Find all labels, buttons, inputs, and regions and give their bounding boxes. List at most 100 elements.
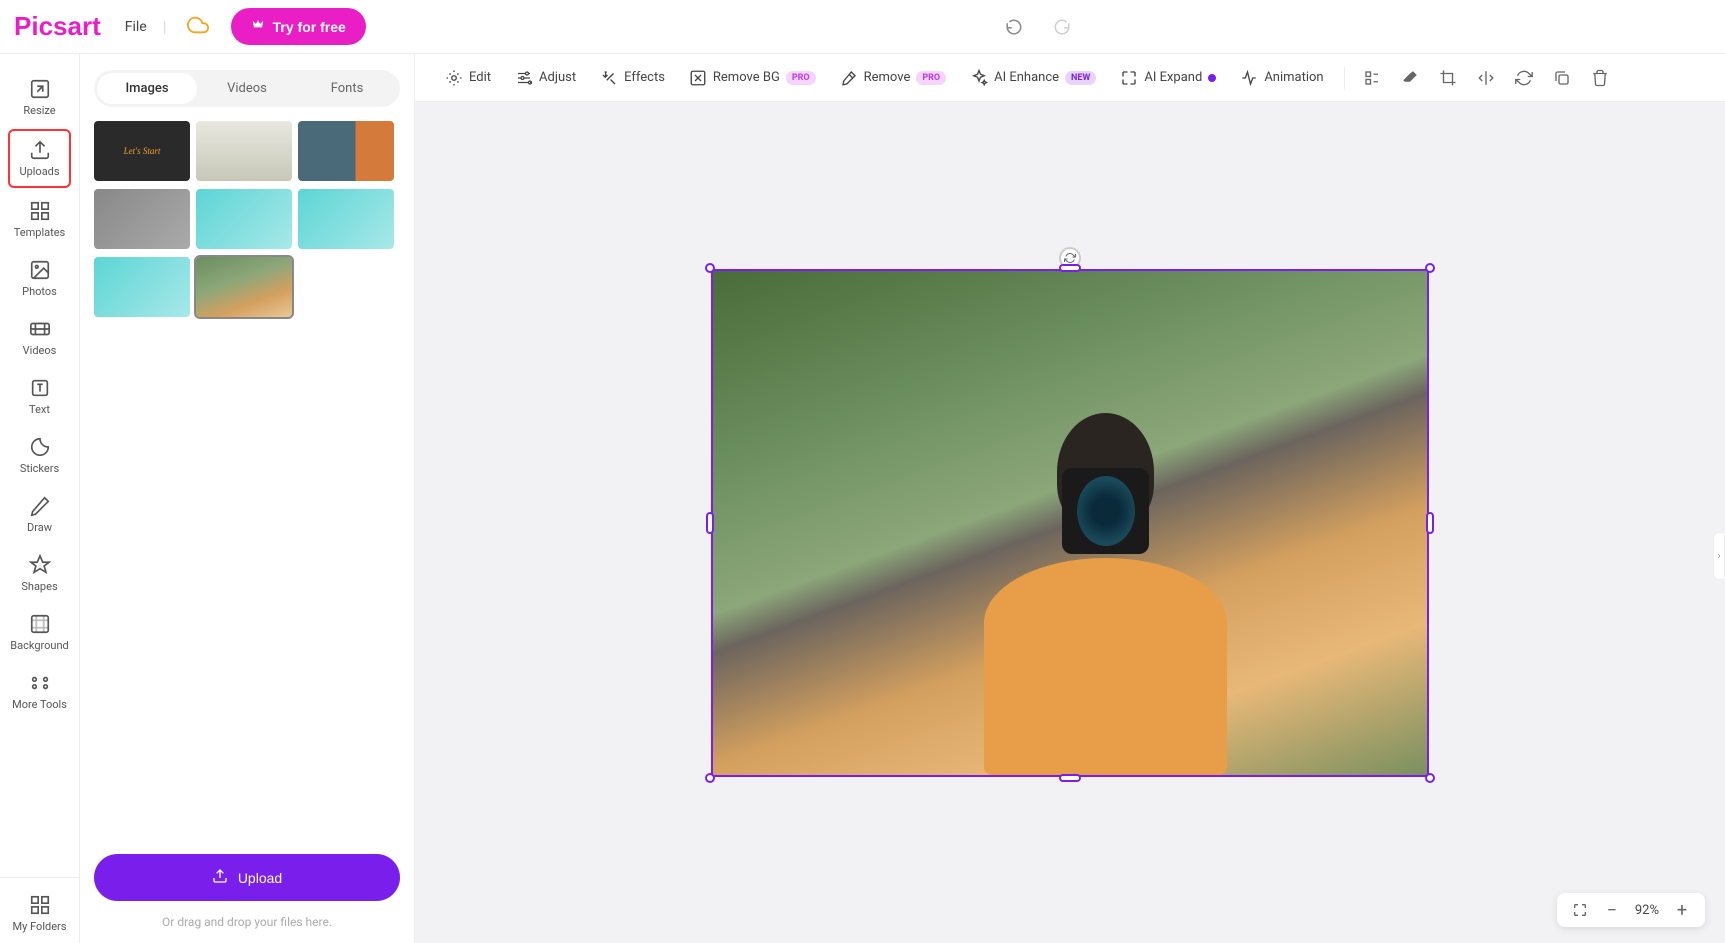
tab-fonts[interactable]: Fonts <box>297 73 397 104</box>
thumbnail-item-selected[interactable] <box>196 257 292 317</box>
right-panel-expand-button[interactable]: › <box>1713 532 1725 580</box>
sidebar-draw[interactable]: Draw <box>0 485 79 544</box>
canvas-image-content[interactable] <box>711 269 1429 777</box>
zoom-in-button[interactable]: + <box>1673 901 1691 919</box>
sidebar-stickers[interactable]: Stickers <box>0 426 79 485</box>
sidebar-shapes[interactable]: Shapes <box>0 544 79 603</box>
ai-expand-icon <box>1120 69 1138 87</box>
animation-icon <box>1240 69 1258 87</box>
selected-image[interactable] <box>711 269 1429 777</box>
resize-handle-br[interactable] <box>1425 773 1435 783</box>
tool-label: Animation <box>1264 70 1323 85</box>
sidebar-label: Shapes <box>21 580 57 593</box>
tool-animation[interactable]: Animation <box>1230 63 1333 93</box>
thumbnail-item[interactable] <box>196 189 292 249</box>
picsart-logo[interactable]: Picsart <box>14 11 101 42</box>
duplicate-icon[interactable] <box>1553 69 1571 87</box>
sidebar-uploads[interactable]: Uploads <box>8 129 71 188</box>
resize-handle-tr[interactable] <box>1425 263 1435 273</box>
tool-remove-bg[interactable]: Remove BG PRO <box>679 63 826 93</box>
draw-icon <box>29 495 51 517</box>
header-center <box>366 17 1711 37</box>
thumbnail-item[interactable] <box>94 189 190 249</box>
sidebar-text[interactable]: Text <box>0 367 79 426</box>
resize-handle-right[interactable] <box>1426 512 1434 534</box>
app-header: Picsart File | Try for free <box>0 0 1725 54</box>
stickers-icon <box>29 436 51 458</box>
canvas-area[interactable]: − 92% + › <box>415 102 1725 943</box>
uploads-panel: Images Videos Fonts Let's Start Upload O… <box>80 54 415 943</box>
tool-label: AI Expand <box>1144 70 1202 85</box>
eraser-icon[interactable] <box>1401 69 1419 87</box>
crop-icon[interactable] <box>1439 69 1457 87</box>
sidebar-label: Stickers <box>20 462 59 475</box>
tool-ai-expand[interactable]: AI Expand <box>1110 63 1226 93</box>
tool-edit[interactable]: Edit <box>435 63 501 93</box>
dot-badge <box>1208 74 1216 82</box>
remove-bg-icon <box>689 69 707 87</box>
text-icon <box>29 377 51 399</box>
sidebar-photos[interactable]: Photos <box>0 249 79 308</box>
tab-images[interactable]: Images <box>97 73 197 104</box>
resize-handle-bl[interactable] <box>705 773 715 783</box>
resize-handle-left[interactable] <box>706 512 714 534</box>
panel-tabs: Images Videos Fonts <box>94 70 400 107</box>
tool-label: Remove BG <box>713 70 780 85</box>
thumbnail-item[interactable] <box>94 257 190 317</box>
upload-button-label: Upload <box>238 870 282 886</box>
tool-adjust[interactable]: Adjust <box>505 63 586 93</box>
thumbnail-item[interactable] <box>298 121 394 181</box>
zoom-out-button[interactable]: − <box>1603 901 1621 919</box>
sidebar-background[interactable]: Background <box>0 603 79 662</box>
file-menu[interactable]: File <box>125 19 147 35</box>
sidebar-label: Templates <box>14 226 65 239</box>
crown-icon <box>251 18 265 35</box>
shapes-icon <box>29 554 51 576</box>
sidebar-label: Uploads <box>19 165 59 178</box>
sidebar-label: Text <box>29 403 50 416</box>
zoom-percent: 92% <box>1635 903 1659 918</box>
tool-label: Adjust <box>539 70 576 85</box>
more-tools-icon <box>29 672 51 694</box>
photos-icon <box>29 259 51 281</box>
sidebar-videos[interactable]: Videos <box>0 308 79 367</box>
tool-remove[interactable]: Remove PRO <box>830 63 957 93</box>
flip-icon[interactable] <box>1477 69 1495 87</box>
sidebar-label: My Folders <box>13 920 67 933</box>
delete-icon[interactable] <box>1591 69 1609 87</box>
resize-handle-top[interactable] <box>1059 264 1081 272</box>
pro-badge: PRO <box>786 71 816 85</box>
refresh-icon[interactable] <box>1515 69 1533 87</box>
fullscreen-button[interactable] <box>1571 901 1589 919</box>
sidebar-label: Photos <box>22 285 57 298</box>
thumbnail-item[interactable] <box>298 189 394 249</box>
effects-icon <box>600 69 618 87</box>
thumbnail-item[interactable]: Let's Start <box>94 121 190 181</box>
tool-ai-enhance[interactable]: AI Enhance NEW <box>960 63 1106 93</box>
context-toolbar: Edit Adjust Effects Remove BG PRO Remove… <box>415 54 1725 102</box>
sidebar-more-tools[interactable]: More Tools <box>0 662 79 721</box>
videos-icon <box>29 318 51 340</box>
ai-enhance-icon <box>970 69 988 87</box>
tool-label: Effects <box>624 70 665 85</box>
thumbnail-item[interactable] <box>196 121 292 181</box>
upload-button[interactable]: Upload <box>94 854 400 901</box>
sidebar-resize[interactable]: Resize <box>0 68 79 127</box>
sidebar-my-folders[interactable]: My Folders <box>0 884 79 943</box>
tool-effects[interactable]: Effects <box>590 63 675 93</box>
undo-button[interactable] <box>1004 17 1024 37</box>
separator <box>1344 67 1345 89</box>
resize-handle-bottom[interactable] <box>1059 774 1081 782</box>
sidebar-label: Draw <box>27 521 52 534</box>
drag-drop-hint: Or drag and drop your files here. <box>80 915 414 929</box>
pro-badge: PRO <box>916 71 946 85</box>
try-for-free-button[interactable]: Try for free <box>231 8 366 45</box>
redo-button[interactable] <box>1052 17 1072 37</box>
resize-handle-tl[interactable] <box>705 263 715 273</box>
divider: | <box>163 17 167 36</box>
position-icon[interactable] <box>1363 69 1381 87</box>
sidebar-templates[interactable]: Templates <box>0 190 79 249</box>
cloud-sync-icon[interactable] <box>187 14 209 40</box>
tab-videos[interactable]: Videos <box>197 73 297 104</box>
sidebar-label: Videos <box>23 344 57 357</box>
